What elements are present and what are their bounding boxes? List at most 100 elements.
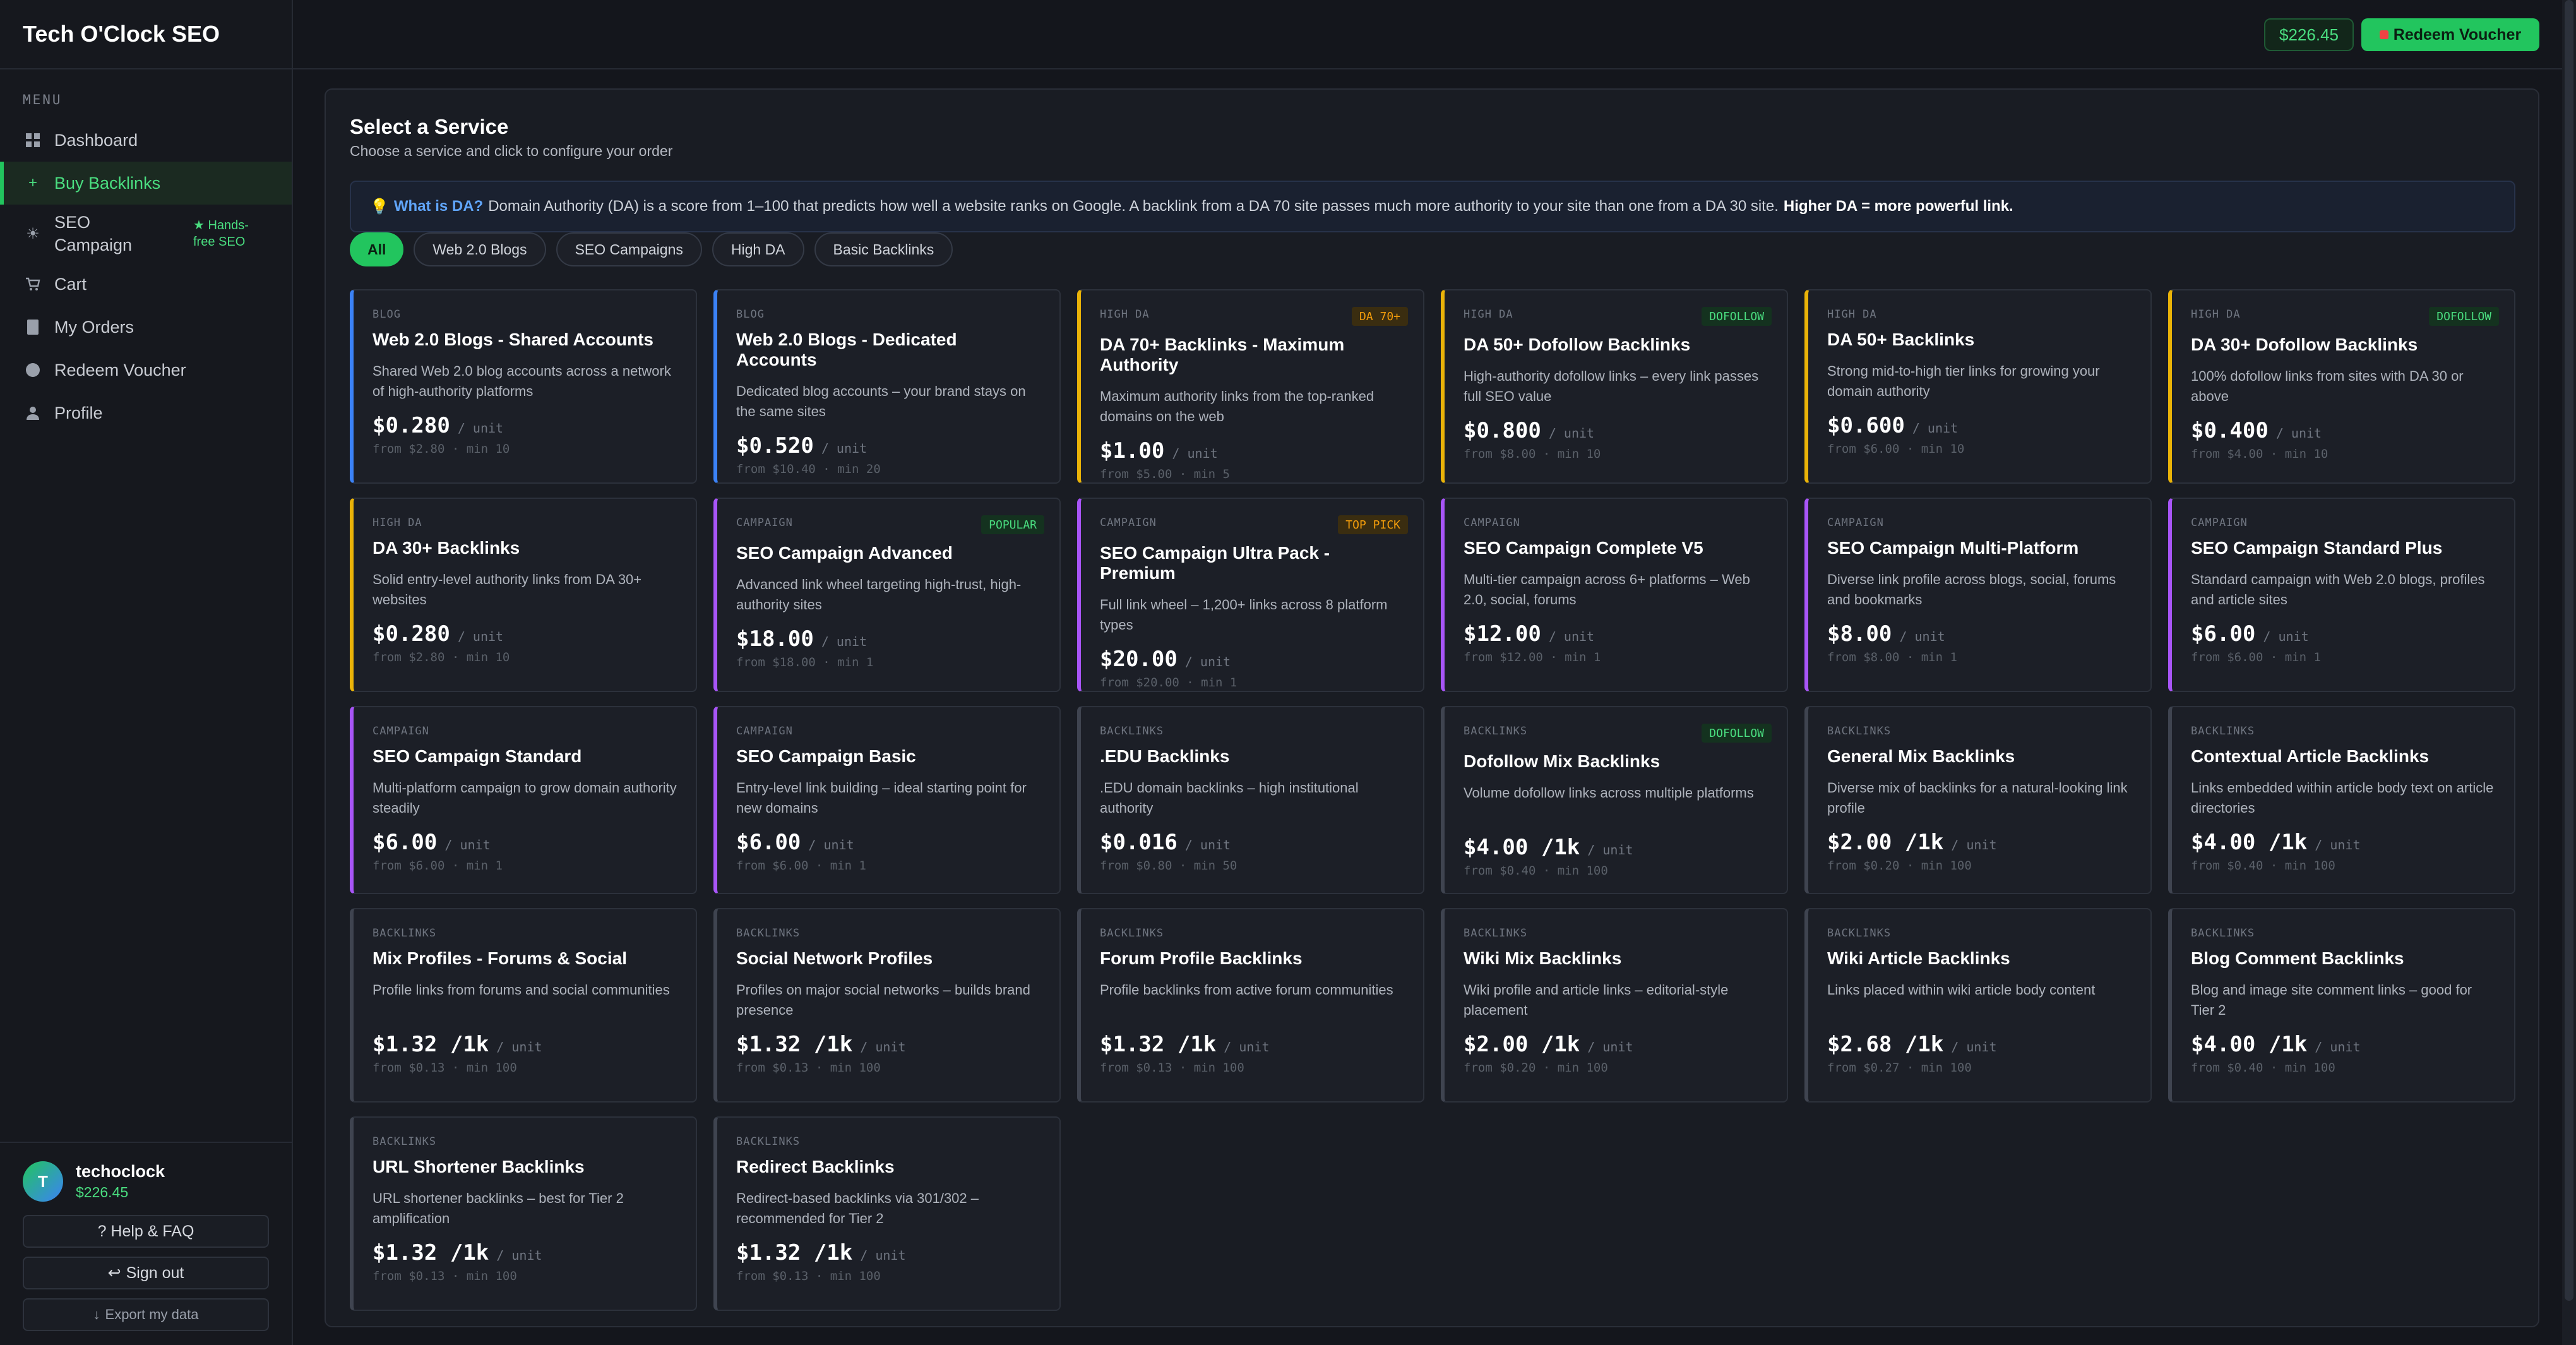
service-price: $0.800 [1464, 418, 1541, 443]
sidebar-item-label: Redeem Voucher [54, 360, 186, 380]
service-min-order: from $0.20 · min 100 [1827, 859, 1972, 873]
service-min-order: from $6.00 · min 1 [736, 859, 866, 873]
service-card[interactable]: HIGH DA DA 70+ DA 70+ Backlinks - Maximum … [1077, 289, 1424, 484]
service-min-order: from $18.00 · min 1 [736, 655, 874, 669]
filter-chip-high-da[interactable]: High DA [712, 232, 804, 266]
service-card[interactable]: BACKLINKS Contextual Article Backlinks Lin… [2168, 706, 2515, 894]
service-price-unit: / unit [1912, 421, 1959, 436]
service-card[interactable]: BACKLINKS Forum Profile Backlinks Profile … [1077, 908, 1424, 1103]
service-card[interactable]: BACKLINKS Mix Profiles - Forums & Social P… [350, 908, 697, 1103]
service-category: BACKLINKS [1827, 927, 1892, 940]
hands-free-badge: ★ Hands-free SEO [193, 218, 249, 249]
sidebar-item-redeem-voucher[interactable]: Redeem Voucher [0, 349, 292, 392]
scrollbar[interactable] [2562, 0, 2576, 1345]
service-description: Redirect-based backlinks via 301/302 – r… [736, 1190, 979, 1226]
service-card[interactable]: BACKLINKS .EDU Backlinks .EDU domain backl… [1077, 706, 1424, 894]
service-card[interactable]: BACKLINKS URL Shortener Backlinks URL shor… [350, 1116, 697, 1311]
service-description: Solid entry-level authority links from D… [373, 571, 642, 607]
redeem-voucher-button[interactable]: Redeem Voucher [2361, 18, 2539, 51]
service-card[interactable]: BACKLINKS Wiki Article Backlinks Links pla… [1804, 908, 2152, 1103]
service-title: Web 2.0 Blogs - Dedicated Accounts [736, 330, 957, 369]
service-min-order: from $0.13 · min 100 [736, 1269, 881, 1283]
service-price-row: $4.00 /1k / unit [2191, 830, 2495, 855]
service-price-row: $2.68 /1k / unit [1827, 1032, 2132, 1057]
user-info: T techoclock $226.45 [23, 1159, 269, 1204]
sidebar-item-profile[interactable]: Profile [0, 392, 292, 434]
service-card[interactable]: CAMPAIGN SEO Campaign Standard Multi-platf… [350, 706, 697, 894]
service-price: $6.00 [2191, 621, 2256, 647]
service-category: BACKLINKS [373, 927, 437, 940]
service-card[interactable]: CAMPAIGN POPULAR SEO Campaign Advanced Adva… [713, 498, 1061, 692]
sidebar-item-cart[interactable]: Cart [0, 263, 292, 306]
service-price: $0.600 [1827, 413, 1905, 438]
service-card[interactable]: BLOG Web 2.0 Blogs - Dedicated Accounts De… [713, 289, 1061, 484]
service-card[interactable]: BACKLINKS General Mix Backlinks Diverse mi… [1804, 706, 2152, 894]
service-price: $12.00 [1464, 621, 1541, 647]
service-min-order: from $0.13 · min 100 [373, 1061, 517, 1075]
plus-icon: + [28, 174, 37, 191]
service-title: SEO Campaign Standard [373, 746, 582, 766]
service-min-order: from $0.20 · min 100 [1464, 1061, 1608, 1075]
sign-out-button[interactable]: ↩ Sign out [23, 1257, 269, 1289]
service-price-unit: / unit [1548, 426, 1595, 441]
voucher-icon [2379, 30, 2388, 39]
service-title: DA 70+ Backlinks - Maximum Authority [1100, 335, 1345, 374]
filter-chip-seo-campaigns[interactable]: SEO Campaigns [556, 232, 702, 266]
service-card[interactable]: CAMPAIGN SEO Campaign Basic Entry-level li… [713, 706, 1061, 894]
sidebar-item-buy-backlinks[interactable]: + Buy Backlinks [0, 162, 292, 205]
service-card[interactable]: CAMPAIGN SEO Campaign Standard Plus Standa… [2168, 498, 2515, 692]
service-card[interactable]: BACKLINKS Wiki Mix Backlinks Wiki profile … [1441, 908, 1788, 1103]
sidebar-nav: Dashboard + Buy Backlinks ☀ SEO Campaign… [0, 119, 292, 434]
filter-chip-all[interactable]: All [350, 232, 404, 266]
sidebar-item-my-orders[interactable]: My Orders [0, 306, 292, 349]
service-card[interactable]: CAMPAIGN TOP PICK SEO Campaign Ultra Pack … [1077, 498, 1424, 692]
service-card[interactable]: HIGH DA DOFOLLOW DA 30+ Dofollow Backlinks… [2168, 289, 2515, 484]
service-price-row: $12.00 / unit [1464, 621, 1768, 647]
service-description: Multi-tier campaign across 6+ platforms … [1464, 571, 1750, 607]
service-card[interactable]: HIGH DA DA 50+ Backlinks Strong mid-to-hig… [1804, 289, 2152, 484]
service-min-order: from $0.40 · min 100 [2191, 859, 2335, 873]
menu-heading: MENU [23, 92, 63, 107]
service-card[interactable]: BACKLINKS Redirect Backlinks Redirect-base… [713, 1116, 1061, 1311]
service-title: Redirect Backlinks [736, 1157, 895, 1176]
service-title: .EDU Backlinks [1100, 746, 1230, 766]
service-title: URL Shortener Backlinks [373, 1157, 585, 1176]
service-card[interactable]: HIGH DA DOFOLLOW DA 50+ Dofollow Backlinks… [1441, 289, 1788, 484]
service-price-unit: / unit [1587, 1039, 1633, 1055]
scrollbar-thumb[interactable] [2565, 0, 2573, 1301]
service-price: $4.00 /1k [2191, 1032, 2308, 1057]
export-data-button[interactable]: ↓ Export my data [23, 1298, 269, 1331]
service-price: $6.00 [736, 830, 801, 855]
service-badge: DOFOLLOW [1702, 724, 1772, 743]
service-card[interactable]: BACKLINKS DOFOLLOW Dofollow Mix Backlinks V… [1441, 706, 1788, 894]
service-card[interactable]: CAMPAIGN SEO Campaign Multi-Platform Diver… [1804, 498, 2152, 692]
service-min-order: from $6.00 · min 1 [373, 859, 503, 873]
service-price: $1.32 /1k [373, 1240, 489, 1265]
service-title: Contextual Article Backlinks [2191, 746, 2430, 766]
service-description: Standard campaign with Web 2.0 blogs, pr… [2191, 571, 2485, 607]
service-price-row: $6.00 / unit [736, 830, 1041, 855]
service-card[interactable]: HIGH DA DA 30+ Backlinks Solid entry-level… [350, 498, 697, 692]
service-price-row: $4.00 /1k / unit [2191, 1032, 2495, 1057]
service-description: Profile backlinks from active forum comm… [1100, 982, 1393, 998]
sidebar-item-label: Profile [54, 403, 103, 422]
sidebar-item-dashboard[interactable]: Dashboard [0, 119, 292, 162]
filter-chip-basic-backlinks[interactable]: Basic Backlinks [814, 232, 953, 266]
service-price-row: $2.00 /1k / unit [1827, 830, 2132, 855]
info-text: Domain Authority (DA) is a score from 1–… [488, 198, 1779, 215]
service-category: HIGH DA [373, 517, 422, 529]
service-description: Profiles on major social networks – buil… [736, 982, 1030, 1018]
service-description: Links placed within wiki article body co… [1827, 982, 2096, 998]
service-category: CAMPAIGN [1464, 517, 1520, 529]
app-title[interactable]: Tech O'Clock SEO [0, 0, 292, 69]
service-card[interactable]: CAMPAIGN SEO Campaign Complete V5 Multi-ti… [1441, 498, 1788, 692]
filter-chip-web-2-0-blogs[interactable]: Web 2.0 Blogs [414, 232, 546, 266]
service-card[interactable]: BLOG Web 2.0 Blogs - Shared Accounts Share… [350, 289, 697, 484]
service-min-order: from $0.13 · min 100 [373, 1269, 517, 1283]
service-card[interactable]: BACKLINKS Social Network Profiles Profiles… [713, 908, 1061, 1103]
sidebar-item-seo-campaign[interactable]: ☀ SEO Campaign ★ Hands-free SEO [0, 205, 292, 263]
service-price-row: $1.32 /1k / unit [373, 1240, 677, 1265]
service-price: $2.00 /1k [1827, 830, 1944, 855]
help-faq-button[interactable]: ? Help & FAQ [23, 1215, 269, 1248]
service-card[interactable]: BACKLINKS Blog Comment Backlinks Blog and … [2168, 908, 2515, 1103]
